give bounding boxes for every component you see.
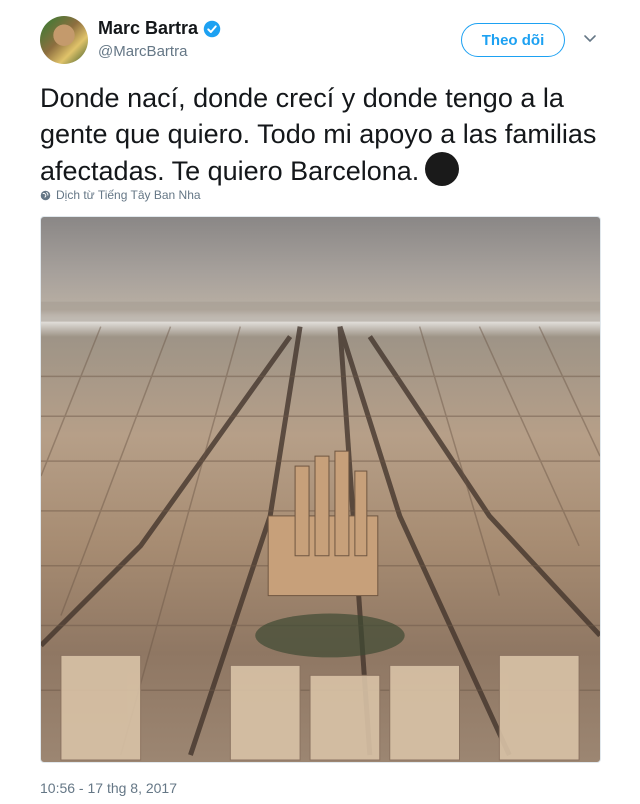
author-handle[interactable]: @MarcBartra <box>98 43 187 60</box>
barcelona-aerial-photo[interactable] <box>40 216 601 763</box>
chevron-down-icon[interactable] <box>583 34 597 44</box>
author-name[interactable]: Marc Bartra <box>98 18 198 39</box>
tweet-text: Donde nací, donde crecí y donde tengo a … <box>40 80 600 189</box>
tweet-body: Donde nací, donde crecí y donde tengo a … <box>40 83 597 186</box>
black-heart-icon <box>425 152 460 186</box>
translate-label[interactable]: Dịch từ Tiếng Tây Ban Nha <box>56 188 201 202</box>
translate-link[interactable]: Dịch từ Tiếng Tây Ban Nha <box>40 188 201 202</box>
avatar[interactable] <box>40 16 88 64</box>
follow-button[interactable]: Theo dõi <box>461 23 565 57</box>
globe-icon <box>40 190 51 200</box>
author-name-row: Marc Bartra <box>98 18 221 39</box>
verified-badge-icon <box>203 20 221 37</box>
tweet-timestamp[interactable]: 10:56 - 17 thg 8, 2017 <box>40 780 177 796</box>
photo-illustration <box>41 301 600 761</box>
